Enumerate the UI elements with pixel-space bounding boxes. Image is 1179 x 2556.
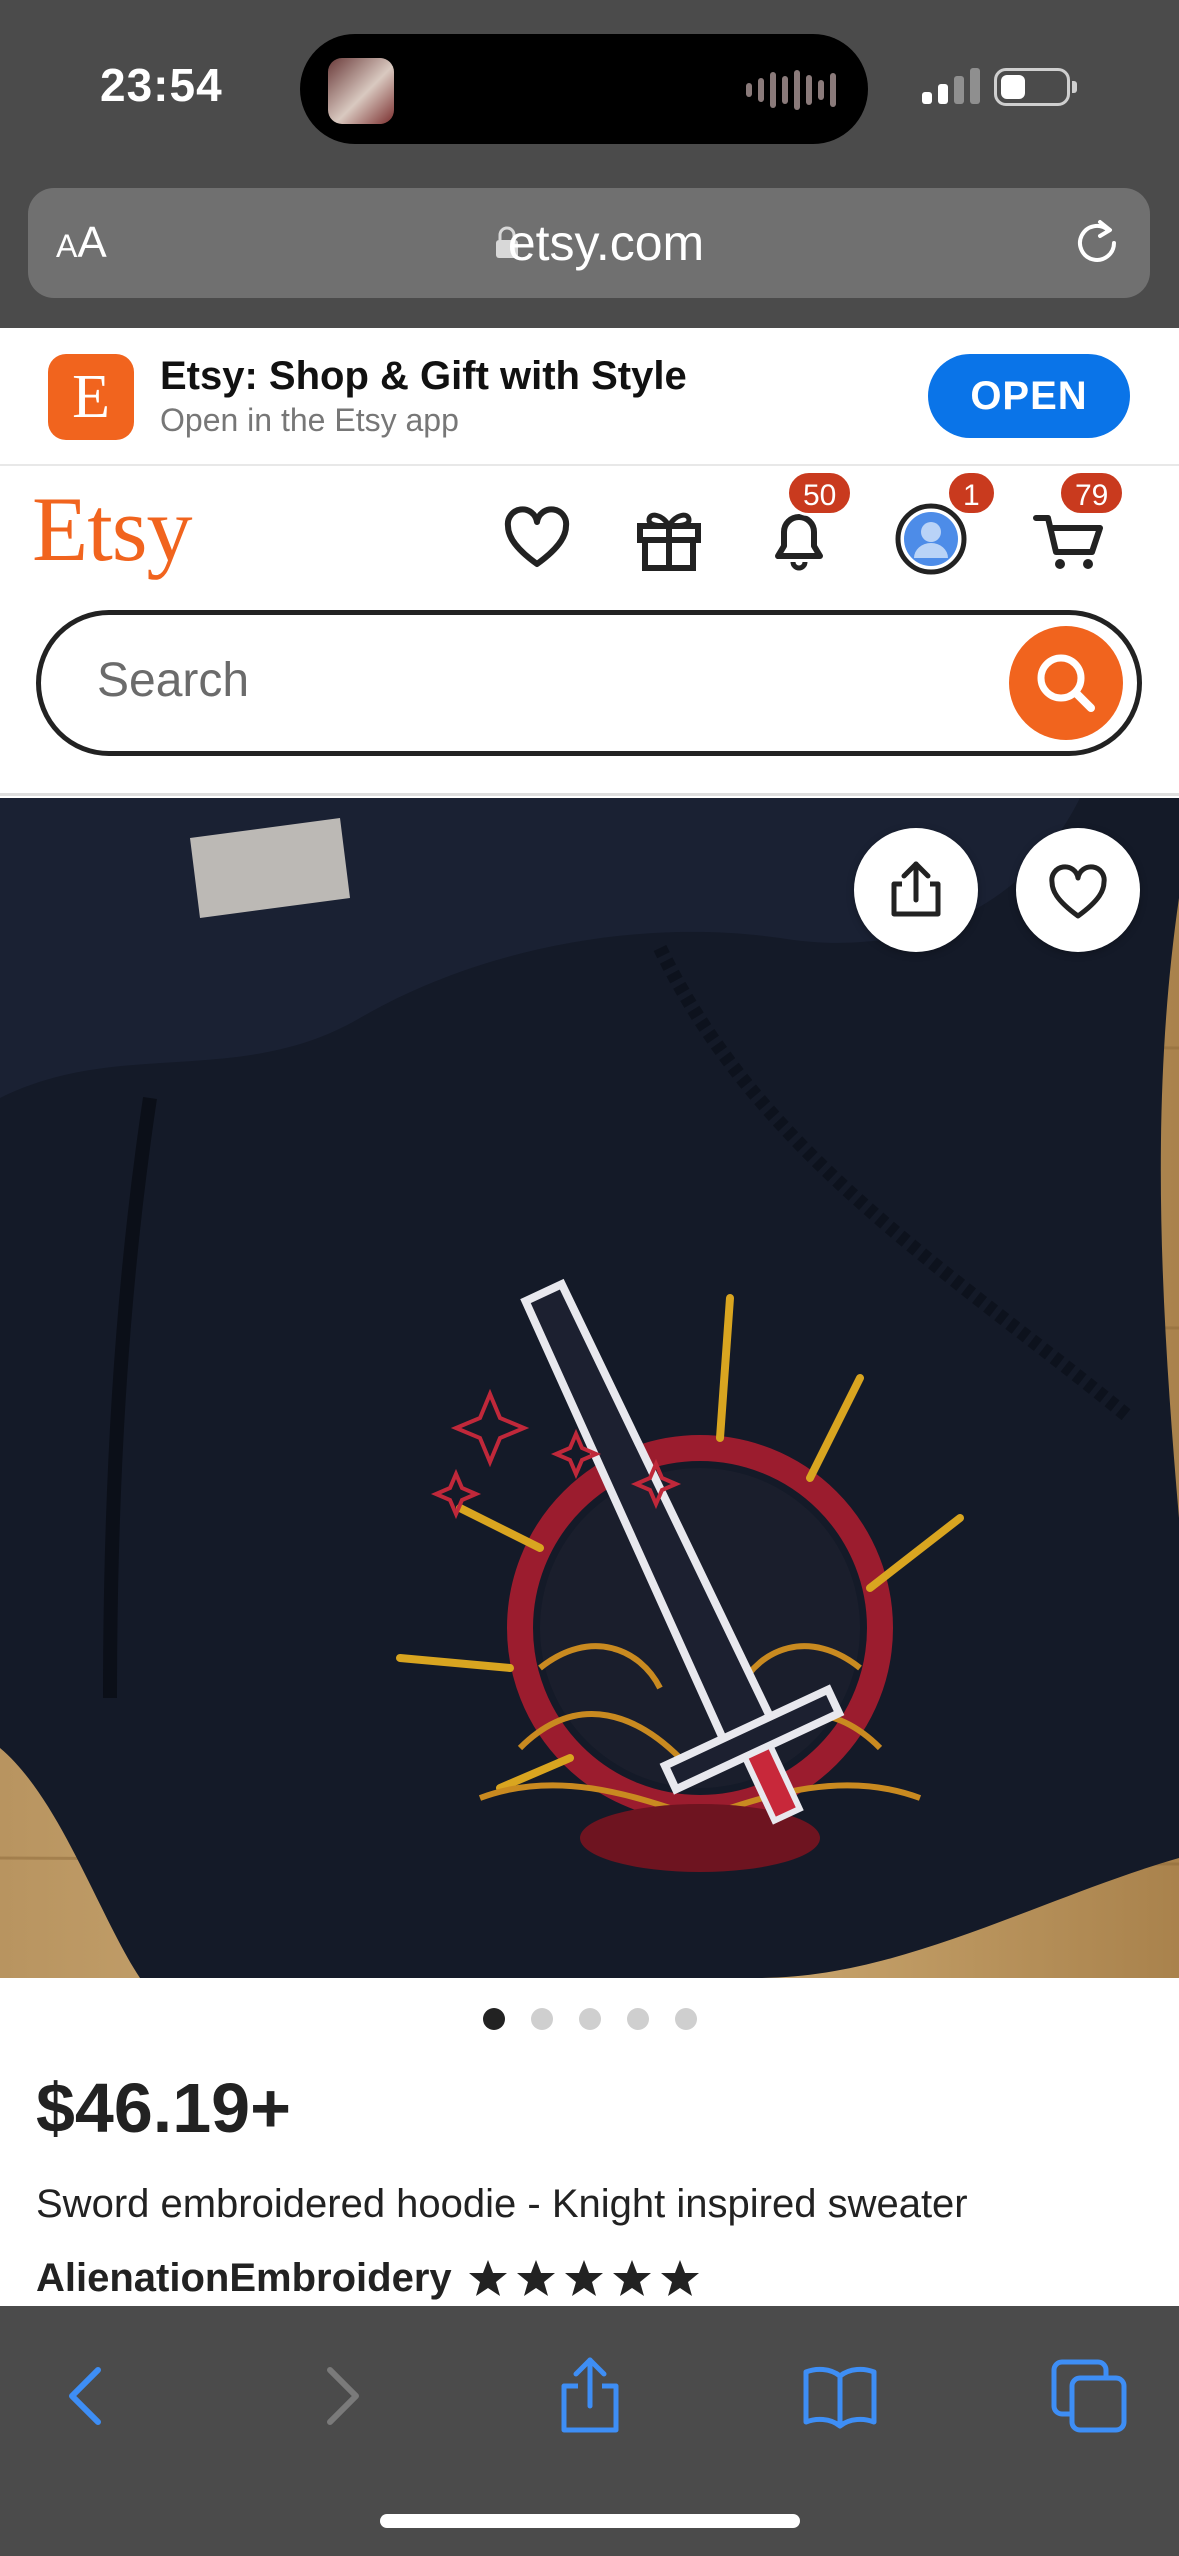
etsy-app-icon: E bbox=[48, 354, 134, 440]
carousel-dot[interactable] bbox=[626, 2008, 649, 2030]
share-icon bbox=[891, 861, 941, 917]
home-indicator[interactable] bbox=[380, 2514, 800, 2528]
etsy-logo[interactable]: Etsy bbox=[32, 476, 193, 582]
open-app-button[interactable]: OPEN bbox=[928, 354, 1130, 438]
heart-icon bbox=[1049, 864, 1107, 919]
account-badge: 1 bbox=[946, 470, 997, 516]
status-time: 23:54 bbox=[100, 59, 223, 111]
shop-name-link[interactable]: AlienationEmbroidery bbox=[36, 2256, 452, 2301]
search-button[interactable] bbox=[1009, 626, 1123, 740]
gift-icon[interactable] bbox=[632, 502, 706, 576]
now-playing-artwork bbox=[328, 58, 394, 124]
product-image[interactable] bbox=[0, 798, 1179, 1978]
star-icon bbox=[661, 2260, 699, 2296]
app-banner: E Etsy: Shop & Gift with Style Open in t… bbox=[0, 328, 1179, 466]
tabs-icon[interactable] bbox=[1050, 2356, 1130, 2436]
carousel-dot[interactable] bbox=[578, 2008, 601, 2030]
site-header: Etsy 50 1 79 bbox=[0, 466, 1179, 796]
audio-waveform-icon bbox=[746, 68, 836, 112]
carousel-dot[interactable] bbox=[482, 2008, 505, 2030]
rating-stars[interactable] bbox=[468, 2258, 700, 2298]
cellular-signal-icon bbox=[922, 68, 980, 104]
search-icon bbox=[1037, 654, 1095, 712]
star-icon bbox=[613, 2260, 651, 2296]
battery-icon bbox=[994, 68, 1077, 106]
app-banner-title: Etsy: Shop & Gift with Style bbox=[160, 354, 687, 398]
heart-icon[interactable] bbox=[500, 502, 574, 576]
product-price: $46.19+ bbox=[36, 2069, 291, 2147]
share-button[interactable] bbox=[854, 828, 978, 952]
image-carousel-indicator[interactable] bbox=[0, 2008, 1179, 2030]
search-bar bbox=[36, 610, 1142, 756]
forward-icon[interactable] bbox=[300, 2356, 380, 2436]
cart-badge: 79 bbox=[1058, 470, 1126, 516]
notifications-badge: 50 bbox=[786, 470, 854, 516]
share-icon[interactable] bbox=[550, 2356, 630, 2436]
carousel-dot[interactable] bbox=[530, 2008, 553, 2030]
star-icon bbox=[517, 2260, 555, 2296]
star-icon bbox=[469, 2260, 507, 2296]
product-title: Sword embroidered hoodie - Knight inspir… bbox=[36, 2182, 968, 2226]
app-banner-subtitle: Open in the Etsy app bbox=[160, 402, 459, 438]
star-icon bbox=[565, 2260, 603, 2296]
address-bar[interactable]: AA etsy.com bbox=[28, 188, 1150, 298]
bookmarks-icon[interactable] bbox=[800, 2356, 880, 2436]
dynamic-island[interactable] bbox=[300, 34, 868, 144]
hoodie-photo bbox=[0, 798, 1179, 1978]
back-icon[interactable] bbox=[48, 2356, 128, 2436]
carousel-dot[interactable] bbox=[674, 2008, 697, 2030]
search-input[interactable] bbox=[97, 653, 977, 708]
favorite-button[interactable] bbox=[1016, 828, 1140, 952]
browser-top-chrome: 23:54 AA etsy.com bbox=[0, 0, 1179, 328]
url-text[interactable]: etsy.com bbox=[28, 214, 1150, 272]
reload-icon[interactable] bbox=[1070, 216, 1124, 270]
